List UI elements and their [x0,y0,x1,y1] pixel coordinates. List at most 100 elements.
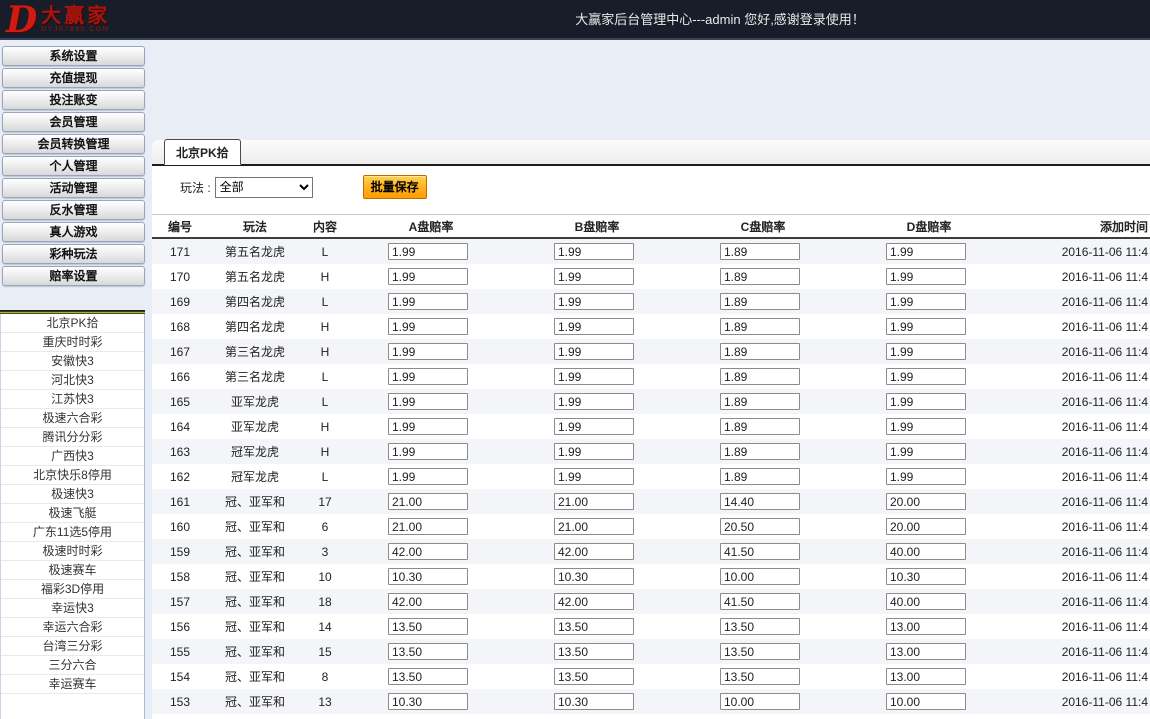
submenu-item[interactable]: 安徽快3 [1,352,144,371]
odds-input-d[interactable] [886,668,966,685]
odds-input-d[interactable] [886,268,966,285]
odds-input-a[interactable] [388,593,468,610]
odds-input-c[interactable] [720,243,800,260]
odds-input-a[interactable] [388,568,468,585]
sidebar-button[interactable]: 投注账变 [2,90,145,110]
odds-input-c[interactable] [720,468,800,485]
sidebar-button[interactable]: 会员管理 [2,112,145,132]
odds-input-b[interactable] [554,418,634,435]
sidebar-button[interactable]: 赔率设置 [2,266,145,286]
odds-input-d[interactable] [886,618,966,635]
sidebar-button[interactable]: 个人管理 [2,156,145,176]
odds-input-c[interactable] [720,318,800,335]
odds-input-d[interactable] [886,443,966,460]
odds-input-b[interactable] [554,443,634,460]
submenu-item[interactable]: 极速时时彩 [1,542,144,561]
sidebar-button[interactable]: 反水管理 [2,200,145,220]
sidebar-button[interactable]: 会员转换管理 [2,134,145,154]
odds-input-d[interactable] [886,468,966,485]
odds-input-c[interactable] [720,268,800,285]
odds-input-c[interactable] [720,493,800,510]
odds-input-c[interactable] [720,293,800,310]
tab-beijing-pk10[interactable]: 北京PK拾 [164,139,241,165]
odds-input-d[interactable] [886,418,966,435]
submenu-item[interactable]: 幸运快3 [1,599,144,618]
odds-input-c[interactable] [720,368,800,385]
odds-input-b[interactable] [554,343,634,360]
odds-input-a[interactable] [388,543,468,560]
odds-input-a[interactable] [388,343,468,360]
odds-input-b[interactable] [554,393,634,410]
submenu-item[interactable]: 极速快3 [1,485,144,504]
submenu-item[interactable]: 广西快3 [1,447,144,466]
sidebar-button[interactable]: 系统设置 [2,46,145,66]
odds-input-a[interactable] [388,668,468,685]
odds-input-a[interactable] [388,243,468,260]
submenu-item[interactable]: 北京快乐8停用 [1,466,144,485]
submenu-item[interactable]: 腾讯分分彩 [1,428,144,447]
odds-input-a[interactable] [388,643,468,660]
submenu-item[interactable]: 江苏快3 [1,390,144,409]
odds-input-b[interactable] [554,268,634,285]
odds-input-b[interactable] [554,668,634,685]
odds-input-a[interactable] [388,318,468,335]
odds-input-d[interactable] [886,293,966,310]
odds-input-c[interactable] [720,543,800,560]
odds-input-c[interactable] [720,518,800,535]
odds-input-b[interactable] [554,568,634,585]
odds-input-d[interactable] [886,693,966,710]
odds-input-d[interactable] [886,243,966,260]
sidebar-button[interactable]: 真人游戏 [2,222,145,242]
odds-input-a[interactable] [388,418,468,435]
odds-input-b[interactable] [554,518,634,535]
submenu-item[interactable]: 三分六合 [1,656,144,675]
odds-input-d[interactable] [886,343,966,360]
submenu-item[interactable]: 广东11选5停用 [1,523,144,542]
odds-input-d[interactable] [886,543,966,560]
odds-input-c[interactable] [720,418,800,435]
odds-input-b[interactable] [554,643,634,660]
odds-input-b[interactable] [554,293,634,310]
odds-input-a[interactable] [388,493,468,510]
odds-input-a[interactable] [388,618,468,635]
odds-input-d[interactable] [886,568,966,585]
odds-input-d[interactable] [886,643,966,660]
odds-input-d[interactable] [886,318,966,335]
odds-input-b[interactable] [554,243,634,260]
odds-input-a[interactable] [388,368,468,385]
odds-input-a[interactable] [388,693,468,710]
submenu-item[interactable]: 台湾三分彩 [1,637,144,656]
odds-input-a[interactable] [388,443,468,460]
odds-input-b[interactable] [554,593,634,610]
submenu-item[interactable]: 幸运六合彩 [1,618,144,637]
odds-input-c[interactable] [720,668,800,685]
odds-input-d[interactable] [886,493,966,510]
odds-input-a[interactable] [388,393,468,410]
odds-input-d[interactable] [886,518,966,535]
odds-input-d[interactable] [886,368,966,385]
odds-input-b[interactable] [554,368,634,385]
odds-input-b[interactable] [554,493,634,510]
odds-input-d[interactable] [886,593,966,610]
odds-input-c[interactable] [720,393,800,410]
odds-input-a[interactable] [388,268,468,285]
batch-save-button[interactable]: 批量保存 [363,175,427,199]
odds-input-a[interactable] [388,293,468,310]
submenu-item[interactable]: 福彩3D停用 [1,580,144,599]
odds-input-c[interactable] [720,343,800,360]
odds-input-c[interactable] [720,643,800,660]
submenu-item[interactable]: 幸运赛车 [1,675,144,694]
submenu-item[interactable]: 极速赛车 [1,561,144,580]
submenu-item[interactable]: 极速六合彩 [1,409,144,428]
odds-input-a[interactable] [388,518,468,535]
odds-input-a[interactable] [388,468,468,485]
submenu-item[interactable]: 河北快3 [1,371,144,390]
odds-input-d[interactable] [886,393,966,410]
submenu-item[interactable]: 重庆时时彩 [1,333,144,352]
odds-input-c[interactable] [720,693,800,710]
odds-input-b[interactable] [554,618,634,635]
odds-input-b[interactable] [554,468,634,485]
odds-input-b[interactable] [554,318,634,335]
odds-input-c[interactable] [720,443,800,460]
odds-input-b[interactable] [554,693,634,710]
